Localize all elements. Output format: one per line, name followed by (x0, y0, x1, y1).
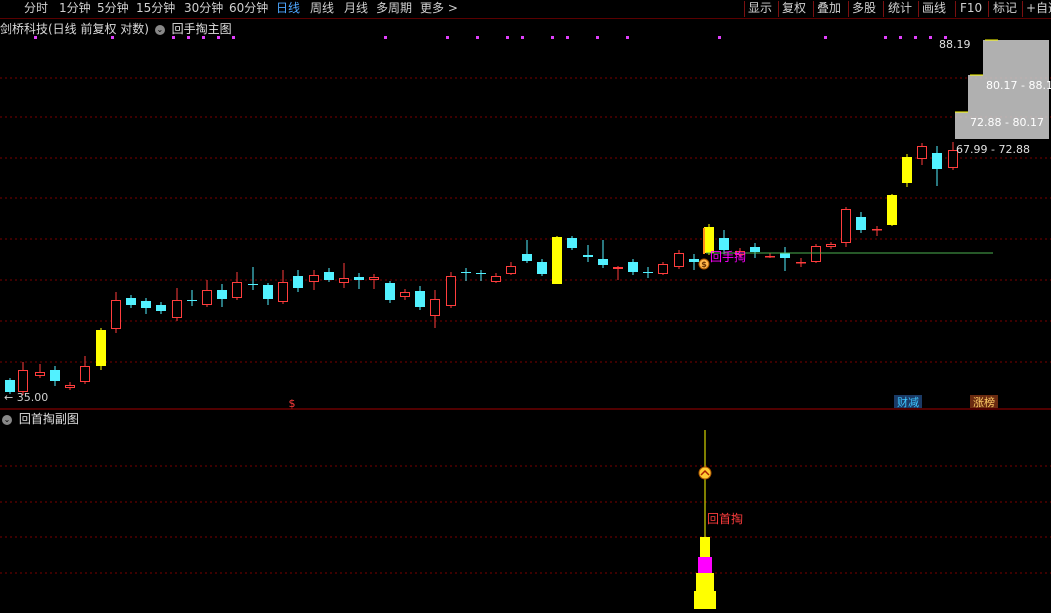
candle-body (476, 273, 486, 274)
signal-coin-glyph: $ (701, 260, 707, 269)
sub-bar (700, 537, 710, 557)
candle-body (446, 276, 456, 306)
price-low-label: ← 35.00 (4, 391, 48, 404)
event-tag-0[interactable]: 财减 (897, 395, 919, 409)
candle-body (263, 285, 273, 299)
price-range-box (983, 40, 1049, 75)
candle-body (324, 272, 334, 280)
signal-dot (476, 36, 479, 39)
event-tag-1[interactable]: 涨榜 (973, 395, 995, 409)
candle-body (613, 267, 623, 269)
price-range-label: 80.17 - 88.1 (986, 79, 1051, 92)
candle-body (902, 157, 912, 183)
candle-body (126, 298, 136, 305)
candle-body (689, 259, 699, 262)
signal-dot (111, 36, 114, 39)
candle-body (567, 238, 577, 248)
candle-body (887, 195, 897, 225)
signal-dot (187, 36, 190, 39)
signal-dot (899, 36, 902, 39)
candle-body (826, 244, 836, 247)
signal-dot (446, 36, 449, 39)
candle-body (765, 256, 775, 258)
candle-body (841, 209, 851, 243)
signal-dot (34, 36, 37, 39)
bottom-dollar-marker: $ (289, 397, 296, 410)
signal-dot (551, 36, 554, 39)
candle-body (35, 372, 45, 376)
signal-label: 回手掏 (710, 249, 746, 264)
price-range-label: 67.99 - 72.88 (956, 143, 1030, 156)
candle-body (232, 282, 242, 298)
price-range-label: 72.88 - 80.17 (970, 116, 1044, 129)
candle-body (156, 305, 166, 311)
candle-body (172, 300, 182, 318)
candle-body (385, 283, 395, 300)
signal-dot (384, 36, 387, 39)
candle-body (400, 292, 410, 297)
signal-dot (506, 36, 509, 39)
candle-body (491, 276, 501, 282)
candle-body (658, 264, 668, 274)
signal-dot (202, 36, 205, 39)
candle-body (917, 146, 927, 159)
sub-signal-label: 回首掏 (707, 511, 743, 526)
candle-body (856, 217, 866, 230)
candle-body (111, 300, 121, 329)
candle-body (217, 290, 227, 299)
candle-body (628, 262, 638, 272)
candle-body (750, 247, 760, 252)
candle-body (537, 262, 547, 274)
candle-body (293, 276, 303, 288)
candle-body (719, 238, 729, 250)
candle-body (461, 272, 471, 273)
candle-body (65, 385, 75, 388)
candle-body (522, 254, 532, 261)
signal-dot (172, 36, 175, 39)
sub-signal-icon (698, 466, 712, 480)
candle-body (872, 229, 882, 231)
candle-body (141, 301, 151, 308)
sub-bar (694, 591, 716, 609)
candle-body (187, 300, 197, 301)
signal-dot (596, 36, 599, 39)
candle-body (248, 284, 258, 285)
candle-body (643, 272, 653, 273)
candle-body (354, 277, 364, 280)
candle-body (552, 237, 562, 284)
candle-body (674, 253, 684, 267)
candle-body (932, 153, 942, 169)
candle-body (96, 330, 106, 366)
candle-body (202, 290, 212, 305)
candle-body (583, 255, 593, 257)
sub-bar (696, 573, 714, 591)
candle-body (598, 259, 608, 265)
candle-body (278, 282, 288, 302)
signal-dot (929, 36, 932, 39)
candle-body (369, 277, 379, 280)
candle-body (780, 253, 790, 258)
signal-dot (626, 36, 629, 39)
candle-body (309, 275, 319, 282)
signal-dot (914, 36, 917, 39)
candle-body (50, 370, 60, 381)
signal-dot (232, 36, 235, 39)
candle-body (80, 366, 90, 382)
candle-body (811, 246, 821, 262)
signal-dot (824, 36, 827, 39)
signal-dot (884, 36, 887, 39)
candle-body (506, 266, 516, 274)
signal-dot (566, 36, 569, 39)
sub-bar (698, 557, 712, 573)
signal-dot (521, 36, 524, 39)
candle-body (796, 262, 806, 264)
candle-body (430, 299, 440, 316)
candle-body (415, 291, 425, 307)
candle-body (339, 278, 349, 283)
candle-body (18, 370, 28, 392)
signal-dot (718, 36, 721, 39)
price-range-top: 88.19 (939, 38, 971, 51)
kline-chart[interactable]: $回手掏← 35.00 $ 财减 涨榜88.1980.17 - 88.172.88 -… (0, 0, 1051, 613)
signal-dot (217, 36, 220, 39)
